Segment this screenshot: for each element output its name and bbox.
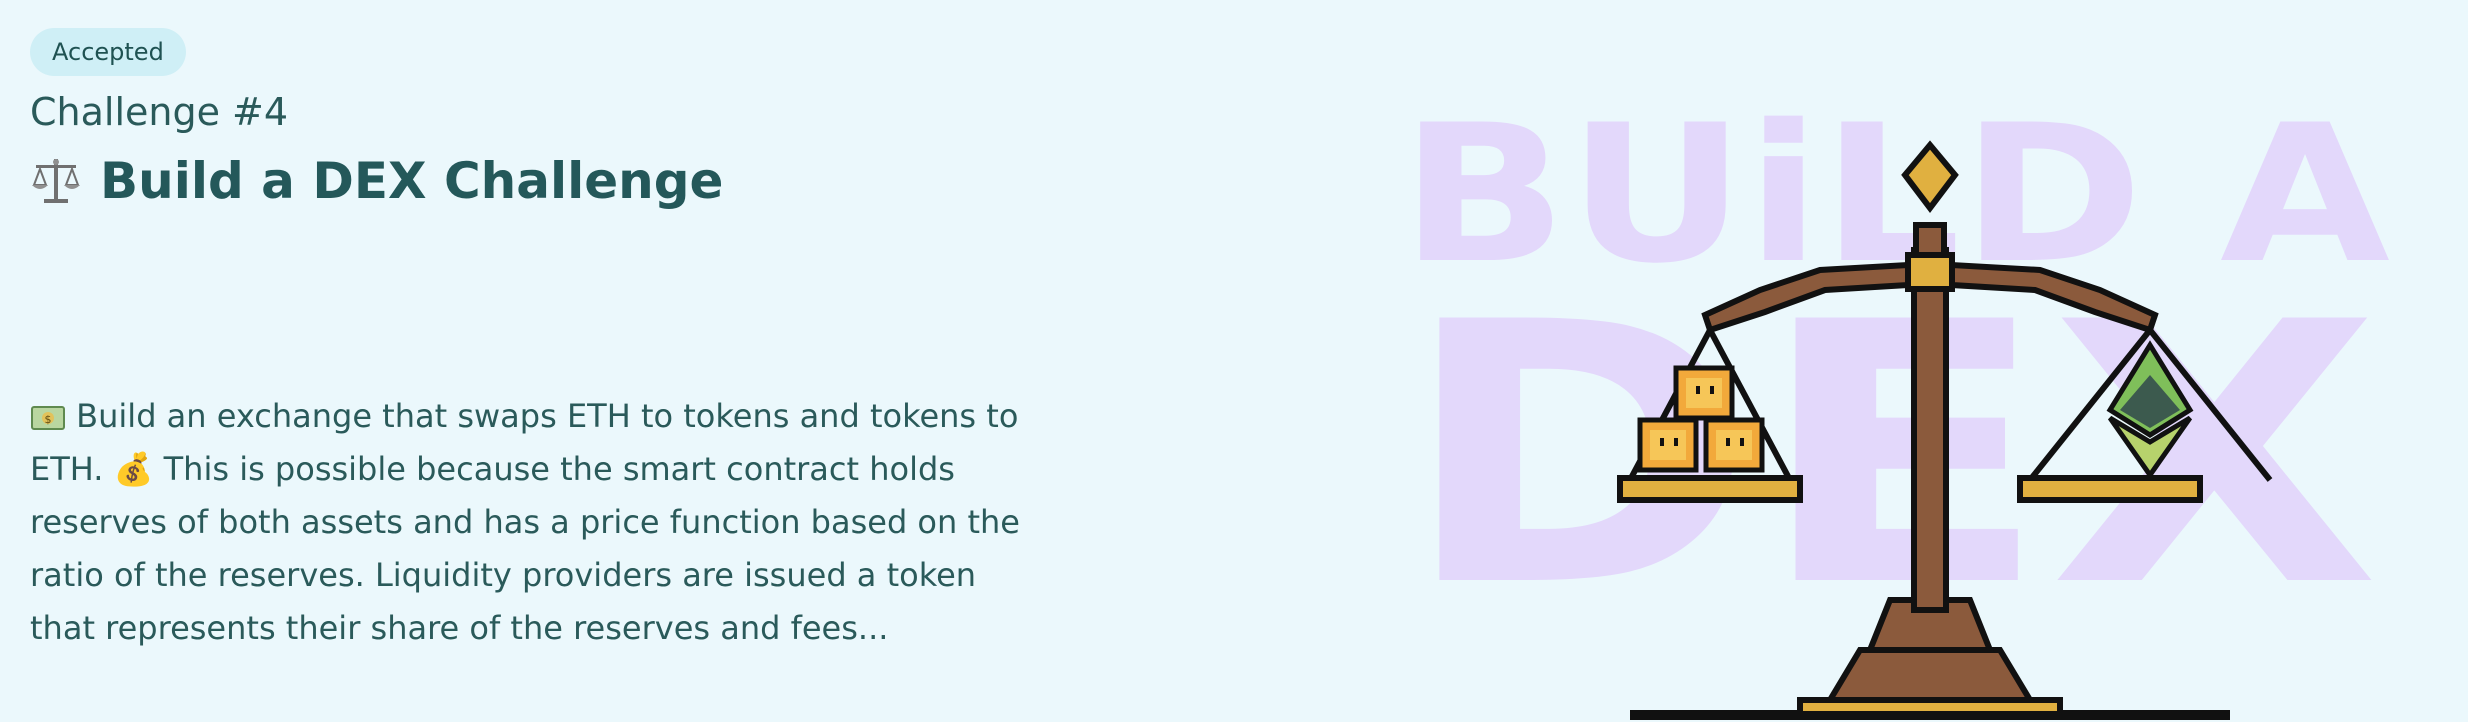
page-title: Build a DEX Challenge	[30, 152, 1050, 210]
challenge-title: Build a DEX Challenge	[100, 152, 724, 210]
status-badge: Accepted	[30, 28, 186, 76]
svg-text:$: $	[45, 413, 52, 426]
money-bills-icon: $	[31, 406, 65, 430]
challenge-description: $ Build an exchange that swaps ETH to to…	[30, 390, 1040, 655]
hero-illustration: BUiLD A DEX	[1400, 90, 2390, 720]
description-text: Build an exchange that swaps ETH to toke…	[30, 397, 1020, 647]
challenge-header: Accepted Challenge #4 Build a DEX Challe…	[30, 28, 1050, 210]
challenge-number: Challenge #4	[30, 90, 289, 134]
balance-scale-icon	[32, 159, 80, 203]
